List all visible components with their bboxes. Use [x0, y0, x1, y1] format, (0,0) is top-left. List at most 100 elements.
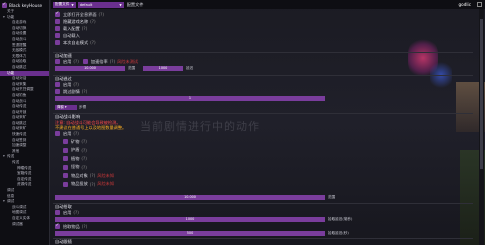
help-icon[interactable]: (?) [81, 148, 87, 153]
auto-battle-option-row[interactable]: 植物 (?) [63, 156, 89, 161]
auto-loot-enable-row[interactable]: 启用 (?) [55, 210, 79, 215]
help-icon[interactable]: (?) [90, 173, 96, 178]
sidebar-item-label: 无限体力 [12, 53, 27, 58]
sidebar-item-label: 自动烹饪调整 [12, 87, 34, 92]
auto-speed-boost-checkbox[interactable] [82, 59, 88, 64]
help-icon[interactable]: (?) [82, 89, 88, 94]
auto-battle-option-checkbox[interactable] [63, 139, 68, 144]
auto-speed-boost-label: 加速倍率 [90, 58, 108, 64]
auto-speed-min-slider[interactable]: 10.000 [55, 66, 125, 71]
auto-speed-enable-checkbox[interactable] [55, 59, 60, 64]
pickup-delay-slider[interactable]: 500 [55, 231, 325, 236]
sidebar-item[interactable]: 调试器 [0, 222, 49, 228]
general-toggle-row[interactable]: 本次自走模式 (?) [55, 40, 96, 45]
toggle-label: 载入配置 [63, 25, 80, 31]
loot-delay-label: 拾取延迟(毫秒) [328, 217, 353, 221]
help-icon[interactable]: (?) [73, 59, 79, 64]
loot-delay-slider[interactable]: 1000 [55, 217, 325, 222]
sidebar: Black keyHouse 关于▾功能自走游戏自动切换自动设置自动战斗签退提醒… [0, 0, 50, 245]
pickup-row[interactable]: 拾取物品 (?) [55, 223, 88, 229]
sidebar-item-label: 签退提醒 [12, 42, 27, 47]
toggle-checkbox[interactable] [55, 33, 60, 38]
settings-panel: 立即打开全息界面(?)隐藏游戏名称(?)载入配置(?)自动载入本次自走模式(?)… [51, 9, 485, 245]
app-enabled-checkbox[interactable] [2, 2, 7, 8]
help-icon[interactable]: (?) [99, 12, 105, 17]
auto-speed-max-slider[interactable]: 1000 [143, 66, 183, 71]
auto-escape-enable-row[interactable]: 启用 (?) [55, 82, 79, 87]
auto-battle-range-slider[interactable]: 10.000 [55, 195, 325, 200]
auto-battle-option-label: 护盾 [71, 147, 80, 152]
auto-battle-option-checkbox[interactable] [63, 181, 68, 187]
auto-battle-enable-row[interactable]: 启用 (?) [55, 131, 79, 136]
auto-battle-option-row[interactable]: 物品对象 (?) 风险未知 [63, 173, 114, 178]
section-divider [53, 52, 473, 53]
help-icon[interactable]: (?) [90, 182, 96, 187]
help-icon[interactable]: (?) [81, 156, 87, 161]
auto-escape-slider[interactable]: 1 [55, 96, 325, 101]
panel-scrollbar[interactable] [479, 9, 484, 245]
risk-warning: 风险未测试 [117, 58, 139, 64]
help-icon[interactable]: (?) [90, 19, 96, 24]
auto-battle-enable-checkbox[interactable] [55, 131, 60, 136]
help-icon[interactable]: (?) [81, 139, 87, 144]
help-icon[interactable]: (?) [73, 210, 79, 215]
sidebar-item-label: 自走游戏 [12, 20, 27, 25]
sidebar-item-label: 自动传送 [12, 104, 27, 109]
help-icon[interactable]: (?) [82, 26, 88, 31]
toggle-checkbox[interactable] [55, 40, 60, 45]
app-root-toggle[interactable]: Black keyHouse [0, 2, 49, 9]
sidebar-item-label: 地图调试 [12, 210, 27, 215]
profile-combo-label: default [79, 2, 93, 7]
mode-combo[interactable]: 弹窗 ▾ [55, 105, 77, 110]
close-icon[interactable] [477, 2, 482, 7]
auto-battle-option-row[interactable]: 矿物 (?) [63, 139, 89, 144]
auto-speed-max-label: 延迟 [186, 66, 194, 70]
auto-escape-skip-checkbox[interactable] [55, 89, 60, 94]
auto-battle-option-label: 怪物 [71, 164, 80, 169]
general-toggle-row[interactable]: 隐藏游戏名称 (?) [55, 19, 96, 24]
auto-speed-enable-row[interactable]: 启用 (?) 加速倍率 (?) 风险未测试 [55, 59, 138, 64]
help-icon[interactable]: (?) [90, 40, 96, 45]
auto-battle-option-checkbox[interactable] [63, 147, 68, 153]
toggle-checkbox[interactable] [55, 26, 60, 31]
general-toggle-row[interactable]: 载入配置 (?) [55, 26, 87, 31]
chevron-down-icon: ▾ [64, 105, 67, 109]
sidebar-item-label: 资源传送 [17, 182, 32, 187]
auto-battle-option-label: 物品投放 [71, 181, 88, 186]
pickup-checkbox[interactable] [55, 223, 60, 229]
sidebar-item-label: 战斗调试 [12, 204, 27, 209]
auto-battle-option-checkbox[interactable] [63, 164, 68, 170]
sidebar-item-label: 自动采矿 [12, 126, 27, 131]
auto-escape-enable-checkbox[interactable] [55, 82, 60, 87]
toggle-label: 隐藏游戏名称 [63, 18, 89, 24]
general-toggle-row[interactable]: 立即打开全息界面(?) [55, 11, 105, 17]
scrollbar-thumb[interactable] [480, 19, 483, 169]
auto-battle-option-row[interactable]: 物品投放 (?) 风险未知 [63, 181, 115, 187]
auto-battle-option-checkbox[interactable] [63, 156, 68, 161]
sidebar-item-label: 自动跳过 [12, 64, 27, 69]
help-icon[interactable]: (?) [73, 131, 79, 136]
sidebar-item-label: 信息 [7, 193, 15, 198]
config-combo[interactable]: 配置文件 ▼ [53, 1, 76, 8]
auto-battle-option-row[interactable]: 怪物 (?) [63, 164, 89, 170]
help-icon[interactable]: (?) [110, 59, 116, 64]
auto-loot-enable-checkbox[interactable] [55, 210, 60, 215]
auto-escape-skip-row[interactable]: 跳过剧情 (?) [55, 89, 87, 94]
toggle-checkbox[interactable] [55, 19, 60, 24]
help-icon[interactable]: (?) [82, 224, 88, 229]
sidebar-item-label: 自动设置 [12, 31, 27, 36]
toggle-checkbox[interactable] [55, 11, 60, 17]
auto-battle-option-checkbox[interactable] [63, 173, 68, 178]
sidebar-item-label: 快速传送 [12, 132, 27, 137]
auto-speed-enable-label: 启用 [63, 58, 72, 64]
sidebar-item-label: 自动战斗 [12, 98, 27, 103]
sidebar-item-label: 宝箱传送 [17, 171, 32, 176]
auto-battle-option-row[interactable]: 护盾 (?) [63, 147, 89, 153]
help-icon[interactable]: (?) [81, 165, 87, 170]
help-icon[interactable]: (?) [73, 82, 79, 87]
general-toggle-row[interactable]: 自动载入 [55, 33, 82, 38]
sidebar-item-label: 无敌模式 [12, 48, 27, 53]
profile-combo[interactable]: default ▼ [77, 1, 124, 8]
risk-tag: 风险未知 [97, 181, 115, 186]
config-label: 配置文件 [126, 1, 144, 7]
